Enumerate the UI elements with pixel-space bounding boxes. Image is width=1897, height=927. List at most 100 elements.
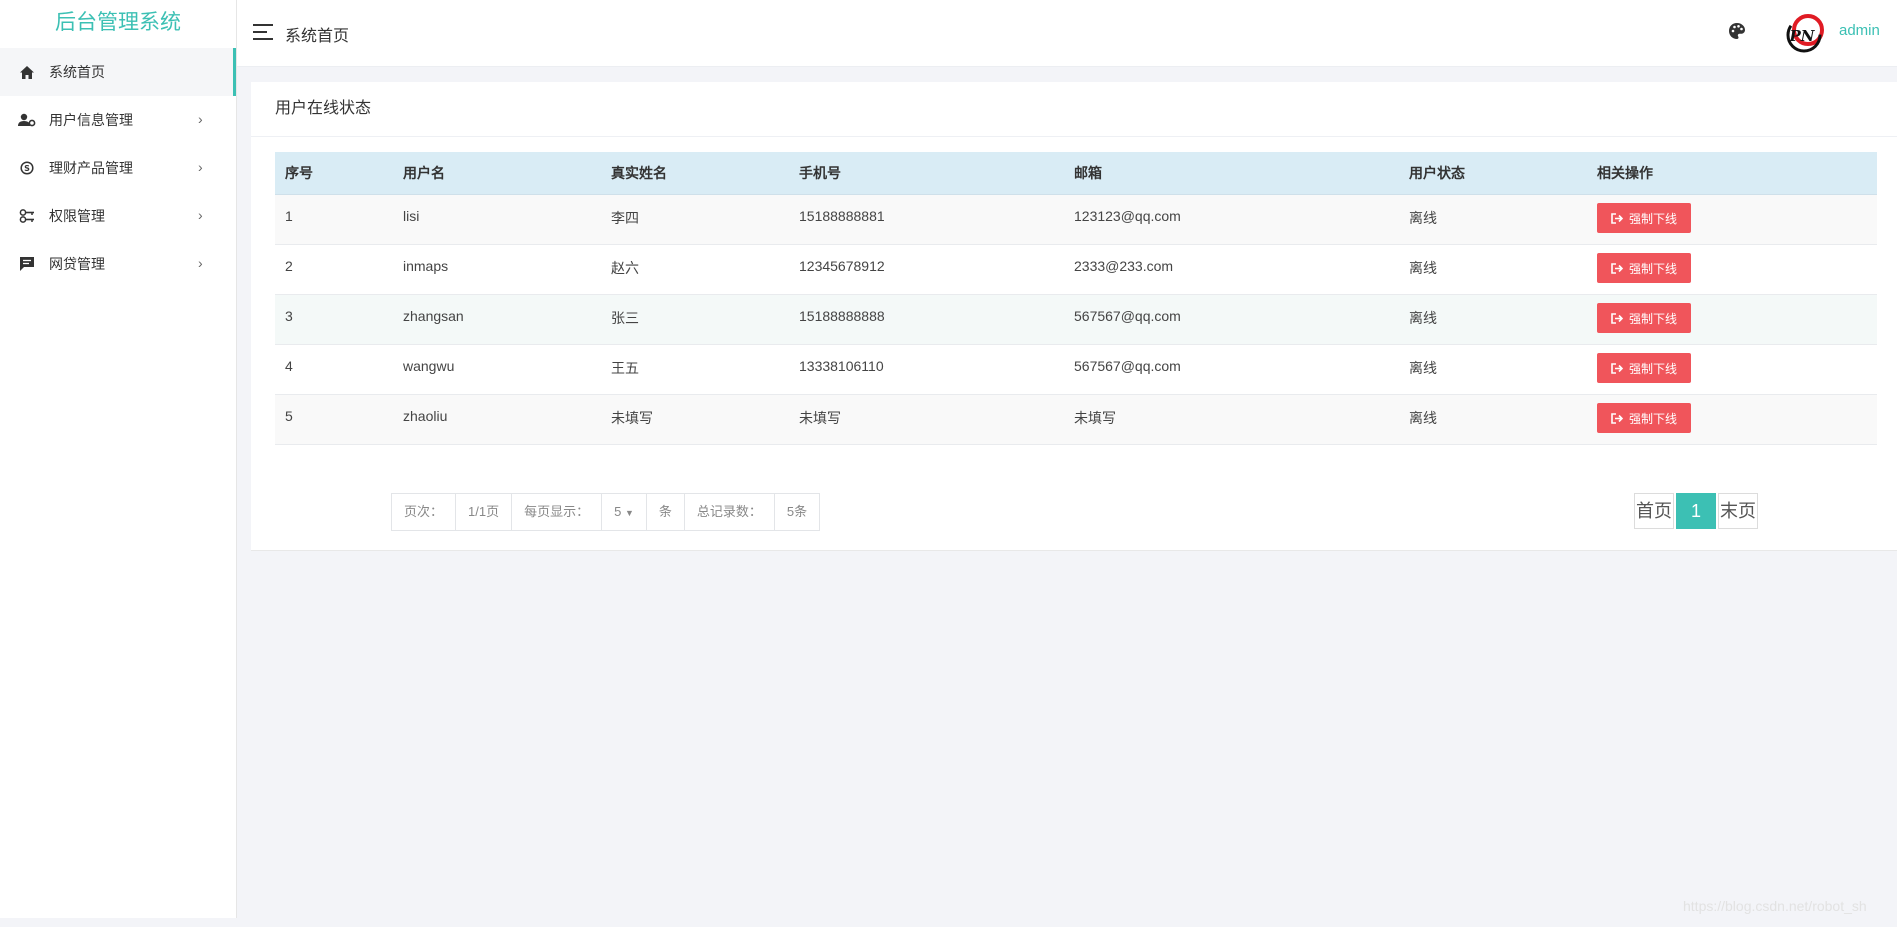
sidebar-item-label: 权限管理	[49, 208, 105, 224]
force-logout-button[interactable]: 强制下线	[1597, 303, 1692, 333]
cell-id: 3	[275, 294, 393, 345]
cell-phone: 15188888881	[789, 194, 1064, 245]
sidebar-item-user-info[interactable]: 用户信息管理 ›	[0, 96, 236, 144]
cell-phone: 未填写	[789, 394, 1064, 445]
sidebar-item-label: 用户信息管理	[49, 112, 133, 128]
col-header-actions[interactable]: 相关操作	[1587, 152, 1877, 195]
col-header-id[interactable]: 序号	[275, 152, 393, 195]
caret-down-icon: ▼	[624, 508, 634, 518]
table-row: 2 inmaps 赵六 12345678912 2333@233.com 离线 …	[275, 244, 1877, 295]
cell-username: zhaoliu	[393, 394, 601, 445]
sign-out-icon	[1611, 412, 1623, 424]
page-value: 1/1页	[456, 494, 513, 530]
palette-icon[interactable]	[1728, 22, 1748, 42]
sidebar-item-label: 系统首页	[49, 64, 105, 80]
user-table: 序号 用户名 真实姓名 手机号 邮箱 用户状态 相关操作 1 lisi 李四 1…	[275, 152, 1877, 445]
force-logout-label: 强制下线	[1629, 411, 1678, 426]
cell-id: 1	[275, 194, 393, 245]
menu-toggle-icon[interactable]	[253, 24, 273, 40]
sidebar-item-permissions[interactable]: 权限管理 ›	[0, 192, 236, 240]
svg-text:S: S	[24, 164, 30, 173]
cell-phone: 15188888888	[789, 294, 1064, 345]
force-logout-button[interactable]: 强制下线	[1597, 353, 1692, 383]
cell-realname: 张三	[601, 294, 789, 345]
cell-status: 离线	[1399, 194, 1587, 245]
cell-realname: 未填写	[601, 394, 789, 445]
breadcrumb: 系统首页	[285, 28, 350, 45]
cell-actions: 强制下线	[1587, 394, 1877, 445]
card-title: 用户在线状态	[251, 82, 1897, 137]
skype-icon: S	[18, 159, 36, 177]
force-logout-label: 强制下线	[1629, 311, 1678, 326]
sign-out-icon	[1611, 212, 1623, 224]
per-page-select[interactable]: 5 ▼	[602, 494, 647, 530]
chat-icon	[18, 255, 36, 273]
table-header-row: 序号 用户名 真实姓名 手机号 邮箱 用户状态 相关操作	[275, 152, 1877, 195]
page-label: 页次：	[392, 494, 457, 530]
home-icon	[18, 63, 36, 81]
sign-out-icon	[1611, 362, 1623, 374]
chevron-right-icon: ›	[198, 111, 203, 127]
cell-username: wangwu	[393, 344, 601, 395]
chevron-right-icon: ›	[198, 255, 203, 271]
cell-id: 2	[275, 244, 393, 295]
sign-out-icon	[1611, 262, 1623, 274]
force-logout-button[interactable]: 强制下线	[1597, 403, 1692, 433]
sidebar-item-finance-products[interactable]: S 理财产品管理 ›	[0, 144, 236, 192]
app-brand: 后台管理系统	[55, 11, 181, 34]
cell-phone: 13338106110	[789, 344, 1064, 395]
per-page-label: 每页显示：	[512, 494, 603, 530]
sidebar-item-label: 网贷管理	[49, 256, 105, 272]
cell-email: 123123@qq.com	[1064, 194, 1399, 245]
pager: 首页 1 末页	[1634, 493, 1760, 529]
per-page-value: 5	[614, 504, 622, 519]
chevron-right-icon: ›	[198, 207, 203, 223]
cell-realname: 赵六	[601, 244, 789, 295]
col-header-username[interactable]: 用户名	[393, 152, 601, 195]
pagination-info: 页次： 1/1页 每页显示： 5 ▼ 条 总记录数： 5条	[391, 493, 821, 531]
col-header-email[interactable]: 邮箱	[1064, 152, 1399, 195]
cell-realname: 王五	[601, 344, 789, 395]
force-logout-label: 强制下线	[1629, 361, 1678, 376]
cell-status: 离线	[1399, 244, 1587, 295]
cell-status: 离线	[1399, 394, 1587, 445]
sidebar-item-home[interactable]: 系统首页	[0, 48, 236, 96]
online-status-card: 用户在线状态 序号 用户名 真实姓名 手机号 邮箱 用户状态 相关操作 1 li…	[251, 82, 1897, 551]
col-header-status[interactable]: 用户状态	[1399, 152, 1587, 195]
total-label: 总记录数：	[685, 494, 775, 530]
chevron-right-icon: ›	[198, 159, 203, 175]
sidebar: 后台管理系统 系统首页 用户信息管理 › S 理财产品管理 › 权限管理 › 网…	[0, 0, 237, 918]
page-number-button[interactable]: 1	[1676, 493, 1716, 529]
cell-status: 离线	[1399, 294, 1587, 345]
force-logout-button[interactable]: 强制下线	[1597, 203, 1692, 233]
cell-realname: 李四	[601, 194, 789, 245]
force-logout-label: 强制下线	[1629, 211, 1678, 226]
cell-username: lisi	[393, 194, 601, 245]
cell-phone: 12345678912	[789, 244, 1064, 295]
user-gear-icon	[18, 111, 36, 129]
sidebar-item-loans[interactable]: 网贷管理 ›	[0, 240, 236, 288]
cell-id: 4	[275, 344, 393, 395]
avatar-text: PN	[1789, 27, 1816, 45]
cell-id: 5	[275, 394, 393, 445]
avatar[interactable]: PN	[1782, 12, 1828, 58]
table-row: 5 zhaoliu 未填写 未填写 未填写 离线 强制下线	[275, 394, 1877, 445]
first-page-button[interactable]: 首页	[1634, 493, 1674, 529]
force-logout-button[interactable]: 强制下线	[1597, 253, 1692, 283]
force-logout-label: 强制下线	[1629, 261, 1678, 276]
user-name[interactable]: admin	[1839, 22, 1880, 39]
col-header-phone[interactable]: 手机号	[789, 152, 1064, 195]
total-value: 5条	[786, 504, 808, 519]
cell-email: 567567@qq.com	[1064, 344, 1399, 395]
cell-status: 离线	[1399, 344, 1587, 395]
sidebar-item-label: 理财产品管理	[49, 160, 133, 176]
col-header-realname[interactable]: 真实姓名	[601, 152, 789, 195]
cell-actions: 强制下线	[1587, 344, 1877, 395]
table-row: 1 lisi 李四 15188888881 123123@qq.com 离线 强…	[275, 194, 1877, 245]
table-row: 3 zhangsan 张三 15188888888 567567@qq.com …	[275, 294, 1877, 345]
per-page-unit: 条	[647, 494, 685, 530]
cell-email: 未填写	[1064, 394, 1399, 445]
watermark: https://blog.csdn.net/robot_sh	[1683, 898, 1867, 914]
last-page-button[interactable]: 末页	[1718, 493, 1758, 529]
sign-out-icon	[1611, 312, 1623, 324]
